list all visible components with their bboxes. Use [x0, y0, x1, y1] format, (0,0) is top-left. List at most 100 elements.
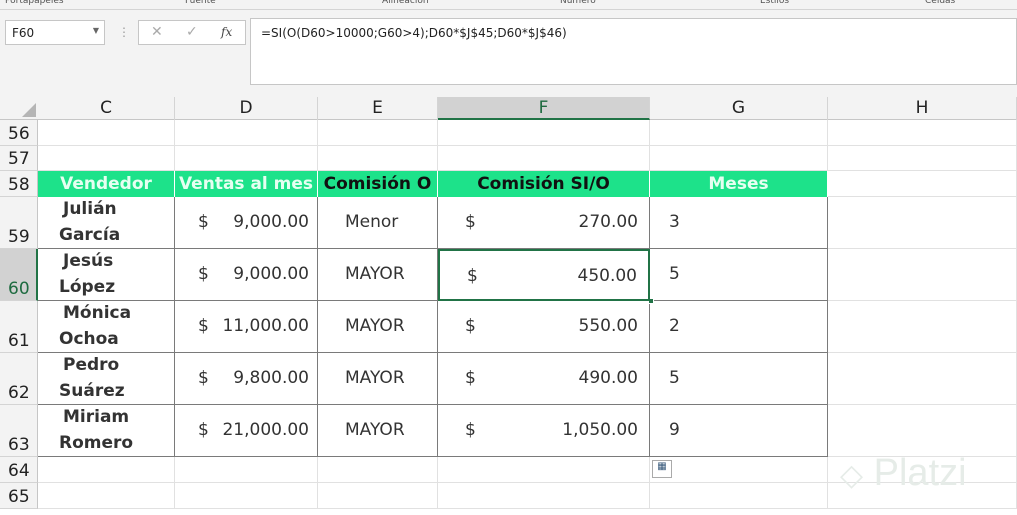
cell-E58[interactable]: Comisión O	[318, 171, 438, 197]
cell-D58[interactable]: Ventas al mes	[175, 171, 318, 197]
select-all-icon[interactable]	[22, 103, 36, 117]
months-value: 3	[669, 212, 680, 232]
cell-D57[interactable]	[175, 146, 318, 171]
cell-C57[interactable]	[38, 146, 175, 171]
cell-G59[interactable]: 3	[650, 197, 828, 249]
column-header-F[interactable]: F	[438, 97, 650, 120]
row-header-59[interactable]: 59	[0, 197, 38, 249]
chevron-down-icon[interactable]: ▼	[93, 26, 99, 35]
cell-D65[interactable]	[175, 483, 318, 509]
cell-G57[interactable]	[650, 146, 828, 171]
currency-symbol: $	[467, 266, 478, 286]
row-header-62[interactable]: 62	[0, 353, 38, 405]
cell-D61[interactable]: $11,000.00	[175, 301, 318, 353]
row-header-64[interactable]: 64	[0, 457, 38, 483]
cell-G65[interactable]	[650, 483, 828, 509]
cell-C63[interactable]: Miriam Romero	[38, 405, 175, 457]
column-header-G[interactable]: G	[650, 97, 828, 120]
cell-D63[interactable]: $21,000.00	[175, 405, 318, 457]
column-header-D[interactable]: D	[175, 97, 318, 120]
cell-G64[interactable]	[650, 457, 828, 483]
cell-E63[interactable]: MAYOR	[318, 405, 438, 457]
cell-E59[interactable]: Menor	[318, 197, 438, 249]
cell-H62[interactable]	[828, 353, 1017, 405]
currency-symbol: $	[465, 368, 476, 388]
cell-D56[interactable]	[175, 120, 318, 146]
cell-C62[interactable]: Pedro Suárez	[38, 353, 175, 405]
commission-sio-value: 450.00	[577, 266, 637, 286]
cell-C58[interactable]: Vendedor	[38, 171, 175, 197]
row-header-61[interactable]: 61	[0, 301, 38, 353]
cell-D60[interactable]: $9,000.00	[175, 249, 318, 301]
currency-symbol: $	[465, 420, 476, 440]
cell-E57[interactable]	[318, 146, 438, 171]
commission-o-value: MAYOR	[345, 420, 405, 440]
cell-H57[interactable]	[828, 146, 1017, 171]
cell-D64[interactable]	[175, 457, 318, 483]
cell-F62[interactable]: $490.00	[438, 353, 650, 405]
watermark-logo: ◇ Platzi	[840, 452, 967, 494]
cell-C59[interactable]: Julián García	[38, 197, 175, 249]
cell-G60[interactable]: 5	[650, 249, 828, 301]
row-header-58[interactable]: 58	[0, 171, 38, 197]
cancel-icon[interactable]: ✕	[151, 24, 163, 40]
cell-E65[interactable]	[318, 483, 438, 509]
cell-F63[interactable]: $1,050.00	[438, 405, 650, 457]
cell-E60[interactable]: MAYOR	[318, 249, 438, 301]
insert-function-icon[interactable]: fx	[221, 25, 232, 39]
cell-F64[interactable]	[438, 457, 650, 483]
cell-F57[interactable]	[438, 146, 650, 171]
cell-D62[interactable]: $9,800.00	[175, 353, 318, 405]
cell-F58[interactable]: Comisión SI/O	[438, 171, 650, 197]
cell-H58[interactable]	[828, 171, 1017, 197]
column-header-E[interactable]: E	[318, 97, 438, 120]
cell-F65[interactable]	[438, 483, 650, 509]
cell-H56[interactable]	[828, 120, 1017, 146]
ribbon-group-label: Estilos	[760, 0, 790, 6]
cell-C64[interactable]	[38, 457, 175, 483]
cell-H63[interactable]	[828, 405, 1017, 457]
quick-analysis-icon[interactable]: ▦	[652, 460, 672, 478]
cell-C61[interactable]: Mónica Ochoa	[38, 301, 175, 353]
cell-C56[interactable]	[38, 120, 175, 146]
cell-G61[interactable]: 2	[650, 301, 828, 353]
column-header-C[interactable]: C	[38, 97, 175, 120]
cell-F60[interactable]: $450.00	[438, 249, 650, 301]
ribbon-group-label: Celdas	[925, 0, 956, 6]
cell-E61[interactable]: MAYOR	[318, 301, 438, 353]
cell-H60[interactable]	[828, 249, 1017, 301]
cell-C65[interactable]	[38, 483, 175, 509]
sales-value: 9,000.00	[233, 212, 309, 232]
ribbon-group-label: Fuente	[185, 0, 216, 6]
cell-F56[interactable]	[438, 120, 650, 146]
seller-last-name: Suárez	[59, 381, 125, 401]
cell-G63[interactable]: 9	[650, 405, 828, 457]
cell-G62[interactable]: 5	[650, 353, 828, 405]
cell-E62[interactable]: MAYOR	[318, 353, 438, 405]
cell-E64[interactable]	[318, 457, 438, 483]
formula-input[interactable]: =SI(O(D60>10000;G60>4);D60*$J$45;D60*$J$…	[250, 18, 1017, 85]
cell-G56[interactable]	[650, 120, 828, 146]
name-box[interactable]: F60 ▼	[5, 20, 105, 45]
months-value: 2	[669, 316, 680, 336]
row-header-60[interactable]: 60	[0, 249, 38, 301]
cell-F59[interactable]: $270.00	[438, 197, 650, 249]
enter-icon[interactable]: ✓	[186, 24, 198, 40]
row-header-56[interactable]: 56	[0, 120, 38, 146]
seller-last-name: López	[59, 277, 116, 297]
cell-H59[interactable]	[828, 197, 1017, 249]
currency-symbol: $	[198, 368, 209, 388]
formula-buttons: ✕ ✓ fx	[138, 20, 246, 45]
cell-H61[interactable]	[828, 301, 1017, 353]
row-header-65[interactable]: 65	[0, 483, 38, 509]
cell-D59[interactable]: $9,000.00	[175, 197, 318, 249]
row-header-57[interactable]: 57	[0, 146, 38, 171]
commission-sio-value: 1,050.00	[562, 420, 638, 440]
cell-G58[interactable]: Meses	[650, 171, 828, 197]
cell-E56[interactable]	[318, 120, 438, 146]
cell-C60[interactable]: Jesús López	[38, 249, 175, 301]
row-header-63[interactable]: 63	[0, 405, 38, 457]
column-header-H[interactable]: H	[828, 97, 1017, 120]
name-box-value: F60	[12, 26, 35, 40]
cell-F61[interactable]: $550.00	[438, 301, 650, 353]
